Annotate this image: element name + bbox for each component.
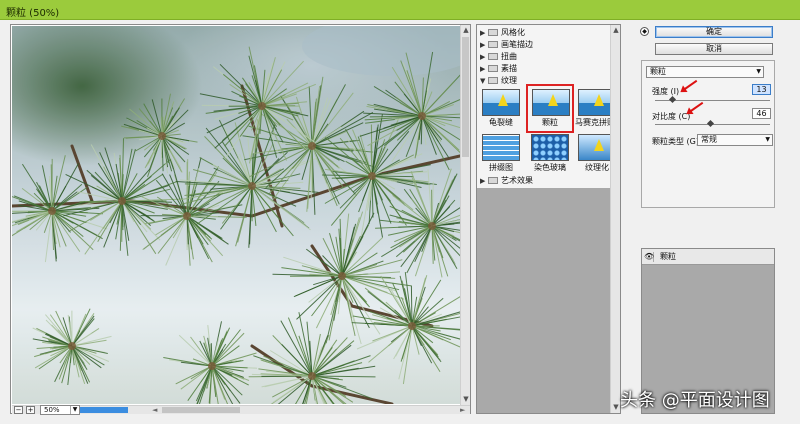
contrast-slider[interactable]: [655, 119, 770, 128]
horizontal-scroll-thumb[interactable]: [162, 407, 240, 413]
category-brush-strokes[interactable]: ▶ 画笔描边: [480, 39, 608, 51]
thumbnail-image: [482, 134, 520, 161]
cancel-button[interactable]: 取消: [655, 43, 773, 55]
collapse-arrow-icon: ▼: [480, 77, 486, 85]
category-artistic[interactable]: ▶ 艺术效果: [480, 175, 608, 187]
gallery-content: ▶风格化 ▶画笔描边 ▶扭曲 ▶素描 ▼纹理 龟裂缝 颗粒 马赛克拼贴: [477, 25, 616, 188]
grain-type-value: 常规: [701, 135, 717, 144]
zoom-in-button[interactable]: +: [26, 406, 35, 414]
thumbnail-image: [482, 89, 520, 116]
preview-image[interactable]: [12, 26, 460, 404]
preview-bottom-bar: − + 50% ▼ ◄ ►: [12, 405, 470, 415]
category-distort[interactable]: ▶ 扭曲: [480, 51, 608, 63]
thumbnail-image: [532, 89, 570, 116]
zoom-select[interactable]: 50% ▼: [40, 405, 80, 415]
folder-icon: [488, 177, 498, 184]
ok-button[interactable]: 确定: [655, 26, 773, 38]
chevron-down-icon: ▼: [756, 68, 761, 75]
gallery-scrollbar[interactable]: ▲ ▼: [610, 25, 620, 413]
scroll-up-icon[interactable]: ▲: [462, 26, 470, 34]
preview-vertical-scrollbar[interactable]: ▲ ▼: [460, 25, 470, 405]
filter-gallery-list: ▶风格化 ▶画笔描边 ▶扭曲 ▶素描 ▼纹理 龟裂缝 颗粒 马赛克拼贴: [476, 24, 621, 414]
category-stylize[interactable]: ▶ 风格化: [480, 27, 608, 39]
thumb-craquelure[interactable]: 龟裂缝: [482, 89, 520, 134]
contrast-input[interactable]: 46: [752, 108, 771, 119]
filter-select[interactable]: 颗粒 ▼: [646, 66, 764, 78]
chevron-down-icon: ▼: [70, 406, 79, 414]
title-bar: 颗粒 (50%): [0, 0, 800, 20]
thumb-patchwork[interactable]: 拼缀图: [482, 134, 520, 179]
collapse-gallery-icon[interactable]: ◆: [640, 27, 649, 36]
preview-panel: ▲ ▼ − + 50% ▼ ◄ ►: [10, 24, 471, 415]
effect-layer-row[interactable]: 👁 颗粒: [642, 249, 774, 265]
folder-icon: [488, 53, 498, 60]
intensity-input[interactable]: 13: [752, 84, 771, 95]
folder-icon: [488, 41, 498, 48]
category-sketch[interactable]: ▶ 素描: [480, 63, 608, 75]
filter-select-value: 颗粒: [650, 67, 666, 76]
scroll-left-icon[interactable]: ◄: [152, 406, 157, 414]
zoom-value: 50%: [44, 406, 60, 414]
intensity-slider[interactable]: [655, 95, 770, 104]
window-title: 颗粒 (50%): [6, 8, 60, 19]
scroll-up-icon[interactable]: ▲: [612, 26, 620, 34]
expand-arrow-icon: ▶: [480, 65, 486, 73]
watermark: 头条 @平面设计图: [620, 390, 770, 411]
expand-arrow-icon: ▶: [480, 29, 486, 37]
effect-layer-name: 颗粒: [660, 252, 676, 261]
scroll-down-icon[interactable]: ▼: [612, 403, 620, 411]
thumbnail-image: [531, 134, 569, 161]
folder-icon: [488, 65, 498, 72]
expand-arrow-icon: ▶: [480, 53, 486, 61]
intensity-label: 强度 (I): [652, 87, 680, 96]
thumb-grain[interactable]: 颗粒: [526, 84, 574, 133]
folder-open-icon: [488, 77, 498, 84]
folder-icon: [488, 29, 498, 36]
chevron-down-icon: ▼: [765, 136, 770, 143]
zoom-progress-bar: [80, 407, 128, 413]
zoom-out-button[interactable]: −: [14, 406, 23, 414]
pine-branch-image: [12, 26, 460, 404]
expand-arrow-icon: ▶: [480, 41, 486, 49]
scroll-down-icon[interactable]: ▼: [462, 395, 470, 403]
thumb-stained-glass[interactable]: 染色玻璃: [531, 134, 569, 179]
eye-icon[interactable]: 👁: [644, 252, 654, 262]
vertical-scroll-thumb[interactable]: [462, 37, 469, 157]
grain-type-label: 颗粒类型 (G):: [652, 137, 702, 146]
scroll-right-icon[interactable]: ►: [460, 406, 465, 414]
grain-type-select[interactable]: 常规 ▼: [697, 134, 773, 146]
expand-arrow-icon: ▶: [480, 177, 486, 185]
